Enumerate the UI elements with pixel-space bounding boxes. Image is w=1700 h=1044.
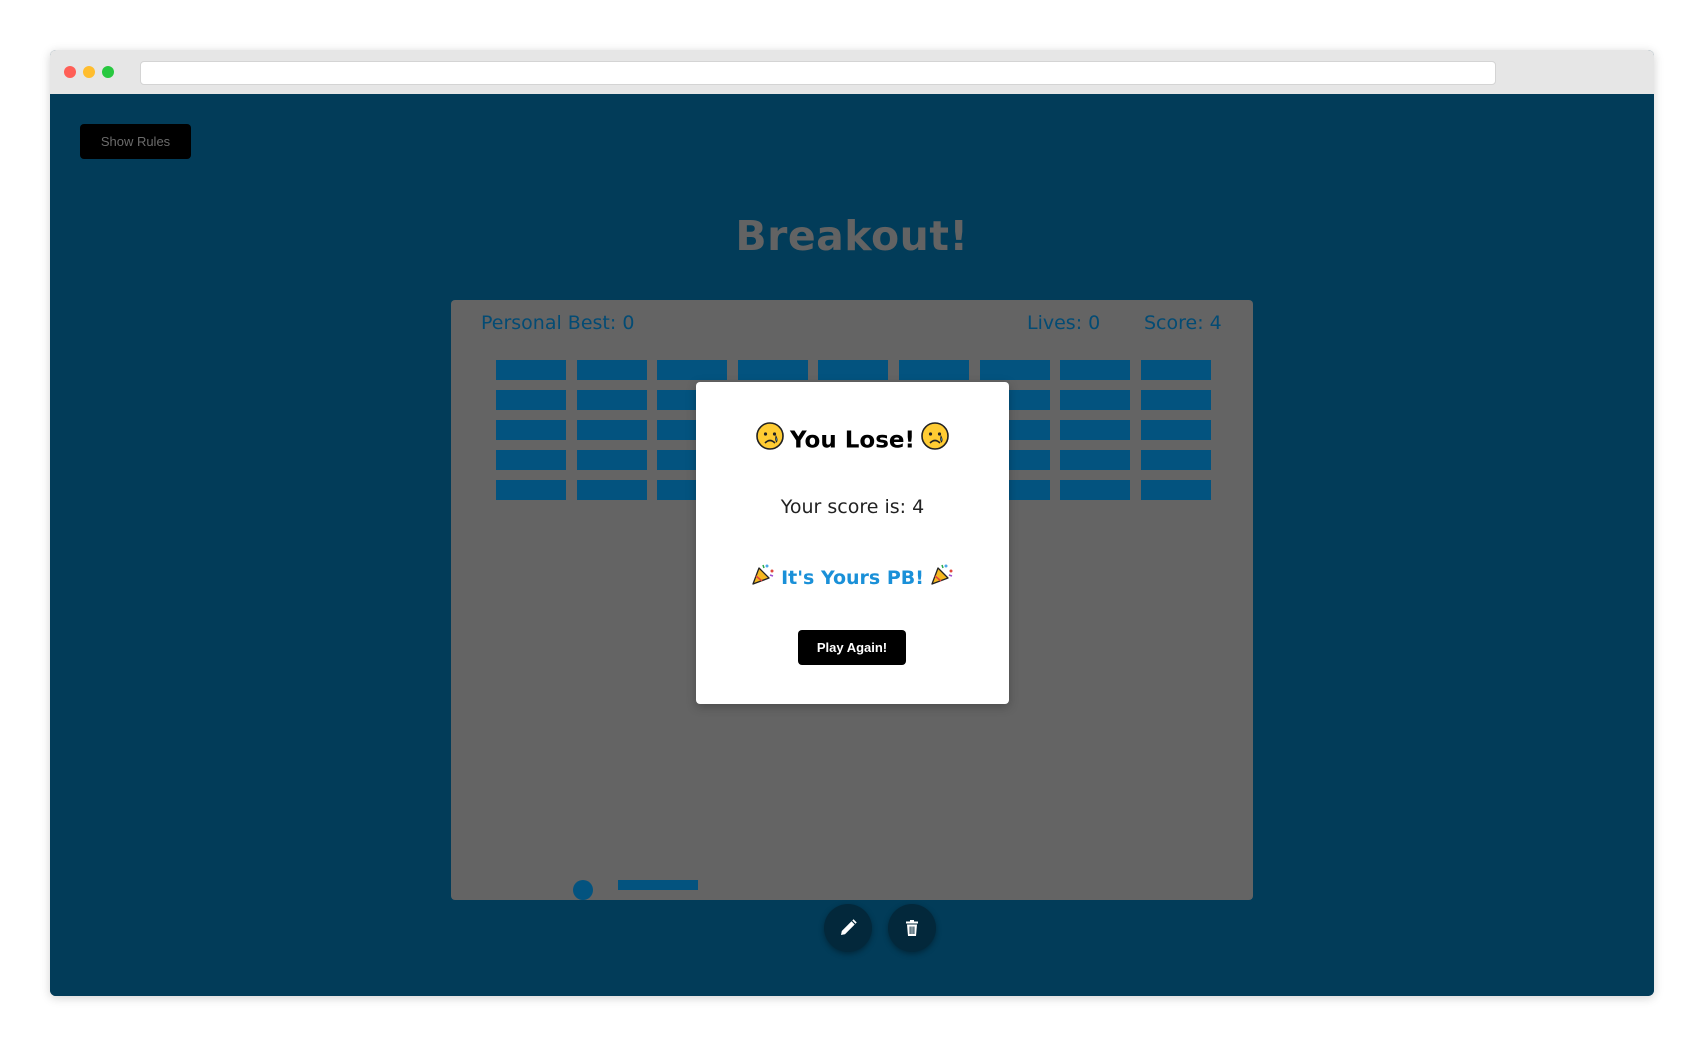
brick	[899, 360, 969, 380]
address-bar[interactable]	[140, 61, 1496, 85]
delete-button[interactable]	[888, 904, 936, 952]
brick	[1060, 420, 1130, 440]
modal-title: You Lose!	[696, 422, 1009, 458]
brick	[577, 450, 647, 470]
brick	[577, 480, 647, 500]
personal-best-message: It's Yours PB!	[696, 564, 1009, 593]
page-title: Breakout!	[735, 212, 969, 260]
personal-best-text: It's Yours PB!	[781, 567, 924, 589]
brick	[738, 360, 808, 380]
brick	[1060, 390, 1130, 410]
sad-crying-face-icon	[921, 422, 949, 456]
party-popper-icon	[930, 562, 954, 591]
brick	[980, 360, 1050, 380]
show-rules-button[interactable]: Show Rules	[80, 124, 191, 159]
minimize-window-icon[interactable]	[83, 66, 95, 78]
brick	[1141, 360, 1211, 380]
page-content: Show Rules Breakout! Personal Best: 0 Li…	[50, 94, 1654, 996]
brick	[1141, 480, 1211, 500]
pencil-icon	[841, 919, 857, 935]
brick	[496, 360, 566, 380]
brick	[1060, 480, 1130, 500]
lives-label: Lives: 0	[1027, 312, 1101, 334]
trash-icon	[906, 920, 918, 936]
brick	[496, 480, 566, 500]
brick	[657, 360, 727, 380]
modal-score-text: Your score is: 4	[780, 496, 925, 518]
browser-titlebar	[50, 50, 1654, 94]
brick	[496, 450, 566, 470]
brick	[1141, 390, 1211, 410]
brick	[818, 360, 888, 380]
brick	[496, 390, 566, 410]
close-window-icon[interactable]	[64, 66, 76, 78]
brick	[1141, 450, 1211, 470]
personal-best-label: Personal Best: 0	[481, 312, 635, 334]
score-label: Score: 4	[1144, 312, 1222, 334]
play-again-button[interactable]: Play Again!	[798, 630, 906, 665]
brick	[577, 420, 647, 440]
edit-button[interactable]	[824, 904, 872, 952]
modal-title-text: You Lose!	[790, 427, 915, 454]
brick	[1141, 420, 1211, 440]
brick	[1060, 360, 1130, 380]
sad-crying-face-icon	[756, 422, 784, 456]
party-popper-icon	[751, 562, 775, 591]
brick	[577, 360, 647, 380]
ball	[573, 880, 593, 900]
brick	[1060, 450, 1130, 470]
maximize-window-icon[interactable]	[102, 66, 114, 78]
brick	[577, 390, 647, 410]
brick	[496, 420, 566, 440]
game-over-modal: You Lose! Your score is: 4 It's Yours PB…	[696, 382, 1009, 704]
browser-window: Show Rules Breakout! Personal Best: 0 Li…	[50, 50, 1654, 996]
paddle[interactable]	[618, 880, 698, 890]
